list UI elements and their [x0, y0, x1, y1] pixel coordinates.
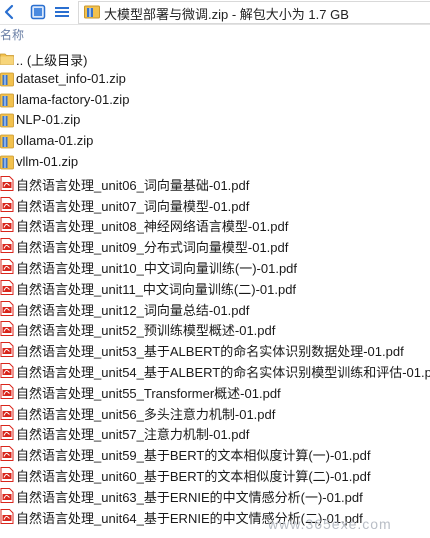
list-item[interactable]: 自然语言处理_unit53_基于ALBERT的命名实体识别数据处理-01.pdf	[0, 339, 430, 360]
folder-up-icon	[0, 51, 14, 66]
file-name: 自然语言处理_unit10_中文词向量训练(一)-01.pdf	[16, 260, 298, 276]
file-list: .. (上级目录) dataset_info-01.zip llama-factor…	[0, 48, 430, 526]
pdf-icon	[0, 487, 14, 503]
list-item[interactable]: 自然语言处理_unit11_中文词向量训练(二)-01.pdf	[0, 277, 430, 298]
list-menu-icon[interactable]	[54, 4, 70, 20]
file-name: 自然语言处理_unit11_中文词向量训练(二)-01.pdf	[16, 281, 297, 297]
file-name: 自然语言处理_unit59_基于BERT的文本相似度计算(一)-01.pdf	[16, 448, 371, 464]
list-item[interactable]: .. (上级目录)	[0, 48, 430, 69]
file-name: dataset_info-01.zip	[16, 70, 126, 86]
list-item[interactable]: 自然语言处理_unit08_神经网络语言模型-01.pdf	[0, 214, 430, 235]
list-item[interactable]: 自然语言处理_unit07_词向量模型-01.pdf	[0, 194, 430, 215]
back-arrow-icon[interactable]	[2, 4, 18, 20]
pdf-icon	[0, 446, 14, 462]
pdf-icon	[0, 217, 14, 233]
list-item[interactable]: 自然语言处理_unit10_中文词向量训练(一)-01.pdf	[0, 256, 430, 277]
pdf-icon	[0, 279, 14, 295]
zip-icon	[0, 93, 14, 108]
file-name: 自然语言处理_unit06_词向量基础-01.pdf	[16, 177, 250, 193]
watermark: www.365exe.com	[268, 516, 392, 532]
list-item[interactable]: llama-factory-01.zip	[0, 90, 430, 111]
pdf-icon	[0, 404, 14, 420]
file-name: 自然语言处理_unit07_词向量模型-01.pdf	[16, 198, 250, 214]
list-item[interactable]: dataset_info-01.zip	[0, 69, 430, 90]
list-item[interactable]: 自然语言处理_unit55_Transformer概述-01.pdf	[0, 381, 430, 402]
list-item[interactable]: 自然语言处理_unit59_基于BERT的文本相似度计算(一)-01.pdf	[0, 443, 430, 464]
pdf-icon	[0, 175, 14, 191]
pdf-icon	[0, 238, 14, 254]
zip-icon	[0, 155, 14, 170]
pdf-icon	[0, 383, 14, 399]
list-item[interactable]: vllm-01.zip	[0, 152, 430, 173]
list-item[interactable]: 自然语言处理_unit09_分布式词向量模型-01.pdf	[0, 235, 430, 256]
title-bar: 大模型部署与微调.zip - 解包大小为 1.7 GB	[0, 0, 430, 25]
list-item[interactable]: ollama-01.zip	[0, 131, 430, 152]
list-item[interactable]: 自然语言处理_unit52_预训练模型概述-01.pdf	[0, 318, 430, 339]
list-item[interactable]: NLP-01.zip	[0, 110, 430, 131]
pdf-icon	[0, 362, 14, 378]
pdf-icon	[0, 342, 14, 358]
file-name: 自然语言处理_unit12_词向量总结-01.pdf	[16, 302, 250, 318]
pdf-icon	[0, 321, 14, 337]
file-name: .. (上级目录)	[16, 53, 88, 68]
file-name: 自然语言处理_unit09_分布式词向量模型-01.pdf	[16, 240, 289, 256]
path-bar[interactable]: 大模型部署与微调.zip - 解包大小为 1.7 GB	[78, 1, 430, 24]
pdf-icon	[0, 425, 14, 441]
zip-icon	[0, 113, 14, 128]
file-name: 自然语言处理_unit53_基于ALBERT的命名实体识别数据处理-01.pdf	[16, 344, 404, 360]
list-item[interactable]: 自然语言处理_unit63_基于ERNIE的中文情感分析(一)-01.pdf	[0, 485, 430, 506]
file-name: 自然语言处理_unit54_基于ALBERT的命名实体识别模型训练和评估-01.…	[16, 364, 430, 380]
archive-path-title: 大模型部署与微调.zip - 解包大小为 1.7 GB	[104, 7, 349, 22]
list-item[interactable]: 自然语言处理_unit56_多头注意力机制-01.pdf	[0, 402, 430, 423]
file-name: vllm-01.zip	[16, 153, 79, 169]
file-name: 自然语言处理_unit55_Transformer概述-01.pdf	[16, 385, 281, 401]
list-item[interactable]: 自然语言处理_unit12_词向量总结-01.pdf	[0, 298, 430, 319]
file-name: 自然语言处理_unit08_神经网络语言模型-01.pdf	[16, 219, 289, 235]
list-item[interactable]: 自然语言处理_unit06_词向量基础-01.pdf	[0, 173, 430, 194]
list-item[interactable]: 自然语言处理_unit60_基于BERT的文本相似度计算(二)-01.pdf	[0, 464, 430, 485]
pdf-icon	[0, 466, 14, 482]
file-name: 自然语言处理_unit57_注意力机制-01.pdf	[16, 427, 250, 443]
pdf-icon	[0, 196, 14, 212]
pdf-icon	[0, 508, 14, 524]
list-item[interactable]: 自然语言处理_unit54_基于ALBERT的命名实体识别模型训练和评估-01.…	[0, 360, 430, 381]
zip-icon	[0, 72, 14, 87]
column-header-name[interactable]: 名称	[0, 26, 24, 42]
file-name: ollama-01.zip	[16, 133, 94, 149]
file-name: llama-factory-01.zip	[16, 91, 130, 107]
zip-icon	[0, 134, 14, 149]
stop-icon[interactable]	[30, 4, 46, 20]
list-item[interactable]: 自然语言处理_unit57_注意力机制-01.pdf	[0, 422, 430, 443]
file-name: 自然语言处理_unit60_基于BERT的文本相似度计算(二)-01.pdf	[16, 468, 371, 484]
zip-archive-icon	[84, 5, 100, 19]
file-name: 自然语言处理_unit63_基于ERNIE的中文情感分析(一)-01.pdf	[16, 489, 363, 505]
file-name: NLP-01.zip	[16, 112, 81, 128]
pdf-icon	[0, 258, 14, 274]
file-name: 自然语言处理_unit52_预训练模型概述-01.pdf	[16, 323, 276, 339]
file-name: 自然语言处理_unit56_多头注意力机制-01.pdf	[16, 406, 276, 422]
pdf-icon	[0, 300, 14, 316]
